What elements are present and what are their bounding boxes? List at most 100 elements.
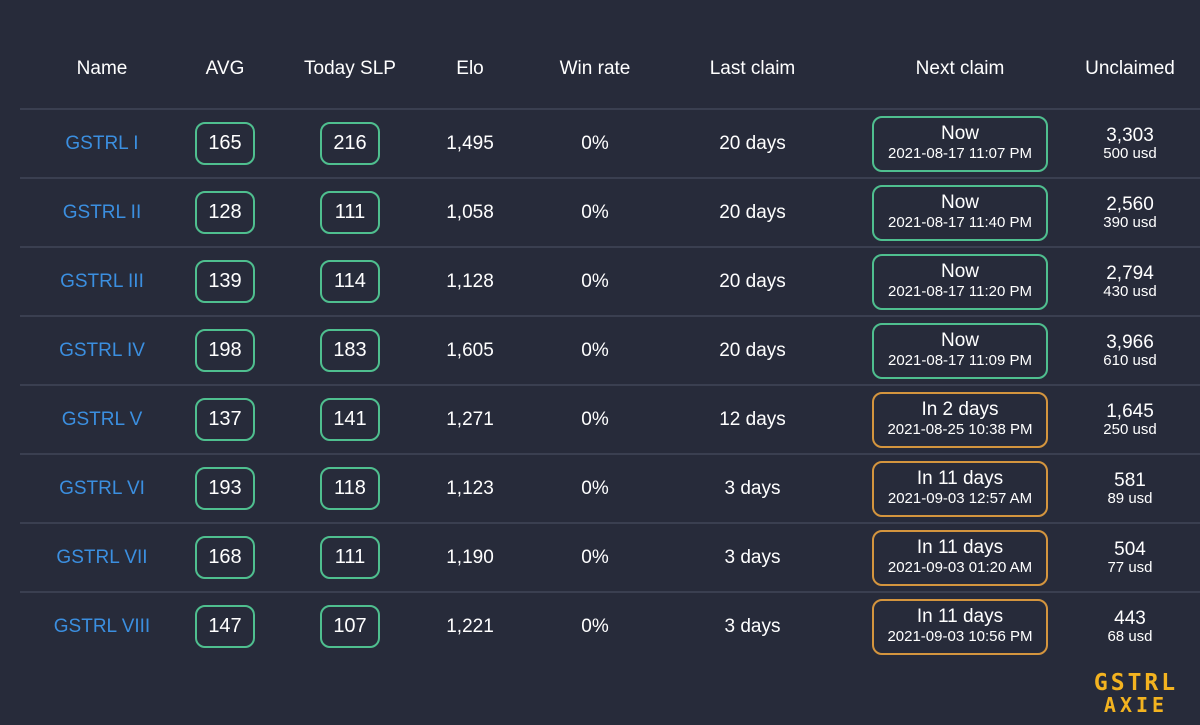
unclaimed-cell: 3,303 500 usd (1060, 109, 1200, 178)
header-next-claim[interactable]: Next claim (870, 34, 1050, 104)
elo-value: 1,495 (446, 132, 494, 154)
scholar-name-link[interactable]: GSTRL VI (59, 478, 145, 500)
next-claim-badge: In 11 days 2021-09-03 01:20 AM (872, 529, 1048, 586)
table-row: GSTRL V 137 141 1,271 0% 12 days In 2 days 2021… (20, 385, 1200, 454)
win-rate-value: 0% (581, 270, 609, 292)
scholar-name-link[interactable]: GSTRL II (63, 202, 141, 224)
unclaimed-cell: 1,645 250 usd (1060, 385, 1200, 454)
next-claim-cell: In 2 days 2021-08-25 10:38 PM (870, 385, 1050, 454)
table-header: Name AVG Today SLP Elo Win rate Last cla… (20, 34, 1200, 104)
win-rate-value: 0% (581, 615, 609, 637)
next-claim-cell: Now 2021-08-17 11:09 PM (870, 316, 1050, 385)
avg-cell: 128 (185, 178, 265, 247)
next-claim-status: In 11 days (916, 537, 1004, 559)
last-claim-value: 3 days (724, 615, 781, 637)
next-claim-cell: Now 2021-08-17 11:20 PM (870, 247, 1050, 316)
avg-badge: 168 (195, 536, 255, 579)
next-claim-badge: In 11 days 2021-09-03 10:56 PM (872, 598, 1048, 655)
table-row: GSTRL IV 198 183 1,605 0% 20 days Now 2021-08-1… (20, 316, 1200, 385)
elo-value: 1,605 (446, 339, 494, 361)
unclaimed-usd: 77 usd (1107, 558, 1153, 576)
header-today-slp[interactable]: Today SLP (300, 34, 400, 104)
scholar-name-link[interactable]: GSTRL III (60, 271, 144, 293)
name-cell: GSTRL I (37, 109, 167, 178)
next-claim-status: Now (940, 261, 979, 283)
next-claim-badge: Now 2021-08-17 11:09 PM (872, 322, 1048, 379)
elo-value: 1,221 (446, 615, 494, 637)
scholar-name-link[interactable]: GSTRL VII (56, 547, 147, 569)
win-rate-value: 0% (581, 201, 609, 223)
unclaimed-box: 2,560 390 usd (1103, 193, 1156, 231)
scholar-name-link[interactable]: GSTRL IV (59, 340, 145, 362)
unclaimed-usd: 610 usd (1103, 351, 1157, 369)
header-name[interactable]: Name (37, 34, 167, 104)
next-claim-cell: In 11 days 2021-09-03 10:56 PM (870, 592, 1050, 661)
next-claim-badge: In 11 days 2021-09-03 12:57 AM (872, 460, 1048, 517)
next-claim-badge: In 2 days 2021-08-25 10:38 PM (872, 391, 1048, 448)
scholar-name-link[interactable]: GSTRL I (65, 133, 138, 155)
next-claim-badge: Now 2021-08-17 11:07 PM (872, 115, 1048, 172)
elo-value: 1,271 (446, 408, 494, 430)
avg-badge: 139 (195, 260, 255, 303)
unclaimed-cell: 2,560 390 usd (1060, 178, 1200, 247)
header-unclaimed[interactable]: Unclaimed (1060, 34, 1200, 104)
today-slp-cell: 216 (300, 109, 400, 178)
unclaimed-slp: 2,560 (1106, 193, 1154, 215)
name-cell: GSTRL V (37, 385, 167, 454)
elo-value: 1,128 (446, 270, 494, 292)
logo-line-2: AXIE (1103, 693, 1169, 717)
unclaimed-box: 3,303 500 usd (1103, 125, 1157, 162)
unclaimed-usd: 89 usd (1107, 489, 1153, 507)
avg-cell: 147 (185, 592, 265, 661)
last-claim-value: 3 days (724, 477, 781, 499)
unclaimed-usd: 250 usd (1103, 420, 1157, 438)
today-slp-cell: 111 (300, 523, 400, 592)
header-win-rate[interactable]: Win rate (545, 34, 645, 104)
header-elo[interactable]: Elo (420, 34, 520, 104)
next-claim-status: In 11 days (916, 468, 1004, 490)
next-claim-badge: Now 2021-08-17 11:40 PM (872, 184, 1048, 241)
last-claim-value: 20 days (719, 132, 786, 154)
next-claim-status: Now (940, 123, 979, 145)
table-row: GSTRL III 139 114 1,128 0% 20 days Now 2021-08-… (20, 247, 1200, 316)
unclaimed-usd: 68 usd (1107, 627, 1153, 645)
name-cell: GSTRL VII (37, 523, 167, 592)
last-claim-value: 20 days (719, 270, 786, 292)
unclaimed-box: 3,966 610 usd (1103, 332, 1157, 369)
today-slp-badge: 107 (320, 605, 380, 648)
next-claim-date: 2021-08-17 11:40 PM (888, 214, 1032, 232)
scholar-name-link[interactable]: GSTRL VIII (54, 616, 150, 638)
scholar-name-link[interactable]: GSTRL V (62, 409, 143, 431)
avg-badge: 198 (195, 329, 255, 372)
last-claim-value: 12 days (719, 408, 786, 430)
unclaimed-cell: 3,966 610 usd (1060, 316, 1200, 385)
next-claim-date: 2021-08-17 11:09 PM (888, 352, 1032, 370)
next-claim-status: Now (940, 330, 979, 352)
table-row: GSTRL II 128 111 1,058 0% 20 days Now 2021-08-1… (20, 178, 1200, 247)
unclaimed-slp: 581 (1114, 469, 1146, 491)
unclaimed-usd: 500 usd (1103, 144, 1157, 162)
gstrl-axie-logo: GSTRL AXIE (1086, 672, 1186, 716)
header-last-claim[interactable]: Last claim (680, 34, 825, 104)
win-rate-value: 0% (581, 477, 609, 499)
today-slp-cell: 183 (300, 316, 400, 385)
name-cell: GSTRL IV (37, 316, 167, 385)
today-slp-badge: 114 (320, 260, 380, 303)
avg-badge: 128 (195, 191, 255, 234)
next-claim-cell: In 11 days 2021-09-03 12:57 AM (870, 454, 1050, 523)
today-slp-cell: 114 (300, 247, 400, 316)
elo-value: 1,190 (446, 546, 494, 568)
unclaimed-slp: 2,794 (1106, 262, 1154, 284)
avg-cell: 139 (185, 247, 265, 316)
avg-cell: 168 (185, 523, 265, 592)
table-row: GSTRL I 165 216 1,495 0% 20 days Now 2021-08-17… (20, 109, 1200, 178)
today-slp-badge: 111 (320, 536, 380, 579)
header-avg[interactable]: AVG (185, 34, 265, 104)
last-claim-value: 3 days (724, 546, 781, 568)
unclaimed-slp: 443 (1114, 607, 1146, 629)
next-claim-badge: Now 2021-08-17 11:20 PM (872, 253, 1048, 310)
win-rate-value: 0% (581, 132, 609, 154)
next-claim-date: 2021-08-25 10:38 PM (887, 421, 1033, 439)
logo-line-1: GSTRL (1093, 670, 1179, 696)
avg-badge: 165 (195, 122, 255, 165)
